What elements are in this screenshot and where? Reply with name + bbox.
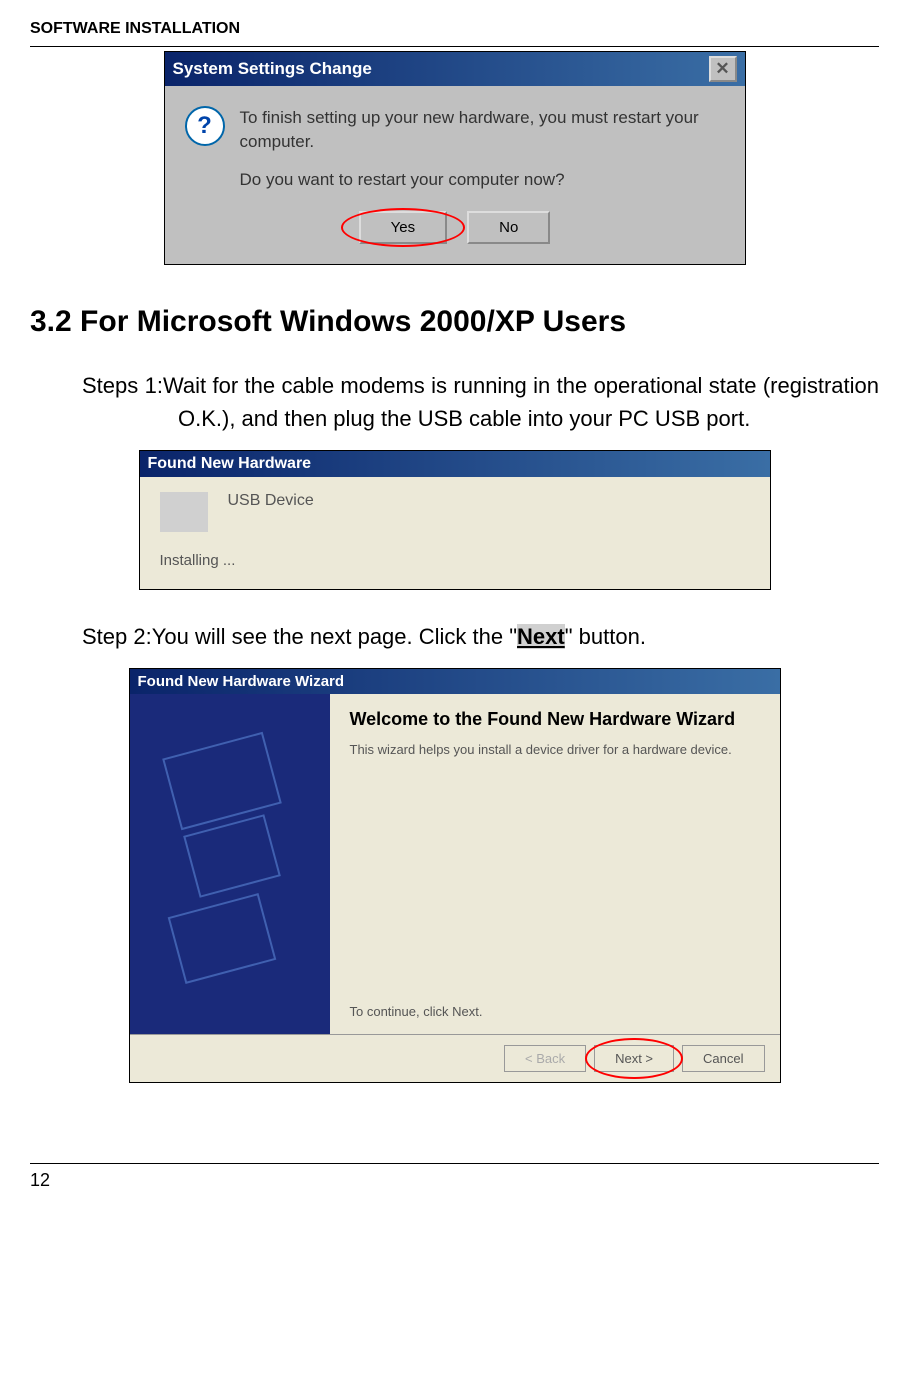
wizard-heading: Welcome to the Found New Hardware Wizard: [350, 709, 760, 730]
header-rule: [30, 46, 879, 47]
dialog-title: System Settings Change: [173, 59, 372, 79]
page-number: 12: [30, 1163, 879, 1191]
next-button[interactable]: Next >: [594, 1045, 674, 1072]
found-hw-title: Found New Hardware: [140, 451, 770, 477]
wizard-description: This wizard helps you install a device d…: [350, 742, 760, 1004]
hardware-icon: [160, 492, 208, 532]
step2-text: Step 2:You will see the next page. Click…: [82, 620, 879, 653]
yes-button[interactable]: Yes: [359, 211, 447, 244]
cancel-button[interactable]: Cancel: [682, 1045, 764, 1072]
wizard-titlebar: Found New Hardware Wizard: [130, 669, 780, 694]
question-mark-icon: ?: [185, 106, 225, 146]
wizard-dialog: Found New Hardware Wizard Welcome to the…: [129, 668, 781, 1083]
device-name: USB Device: [228, 492, 314, 532]
dialog-message: To finish setting up your new hardware, …: [240, 106, 725, 191]
wizard-continue-text: To continue, click Next.: [350, 1004, 760, 1019]
no-button[interactable]: No: [467, 211, 550, 244]
step1-text: Steps 1:Wait for the cable modems is run…: [82, 369, 879, 435]
found-hardware-dialog: Found New Hardware USB Device Installing…: [139, 450, 771, 590]
install-status: Installing ...: [140, 552, 770, 589]
dialog-system-settings: System Settings Change ✕ ? To finish set…: [30, 51, 879, 265]
page-header: SOFTWARE INSTALLATION: [30, 20, 879, 38]
dialog-titlebar: System Settings Change ✕: [165, 52, 745, 86]
wizard-sidebar-graphic: [130, 694, 330, 1034]
section-heading: 3.2 For Microsoft Windows 2000/XP Users: [30, 305, 879, 339]
close-icon[interactable]: ✕: [709, 56, 737, 82]
back-button: < Back: [504, 1045, 586, 1072]
